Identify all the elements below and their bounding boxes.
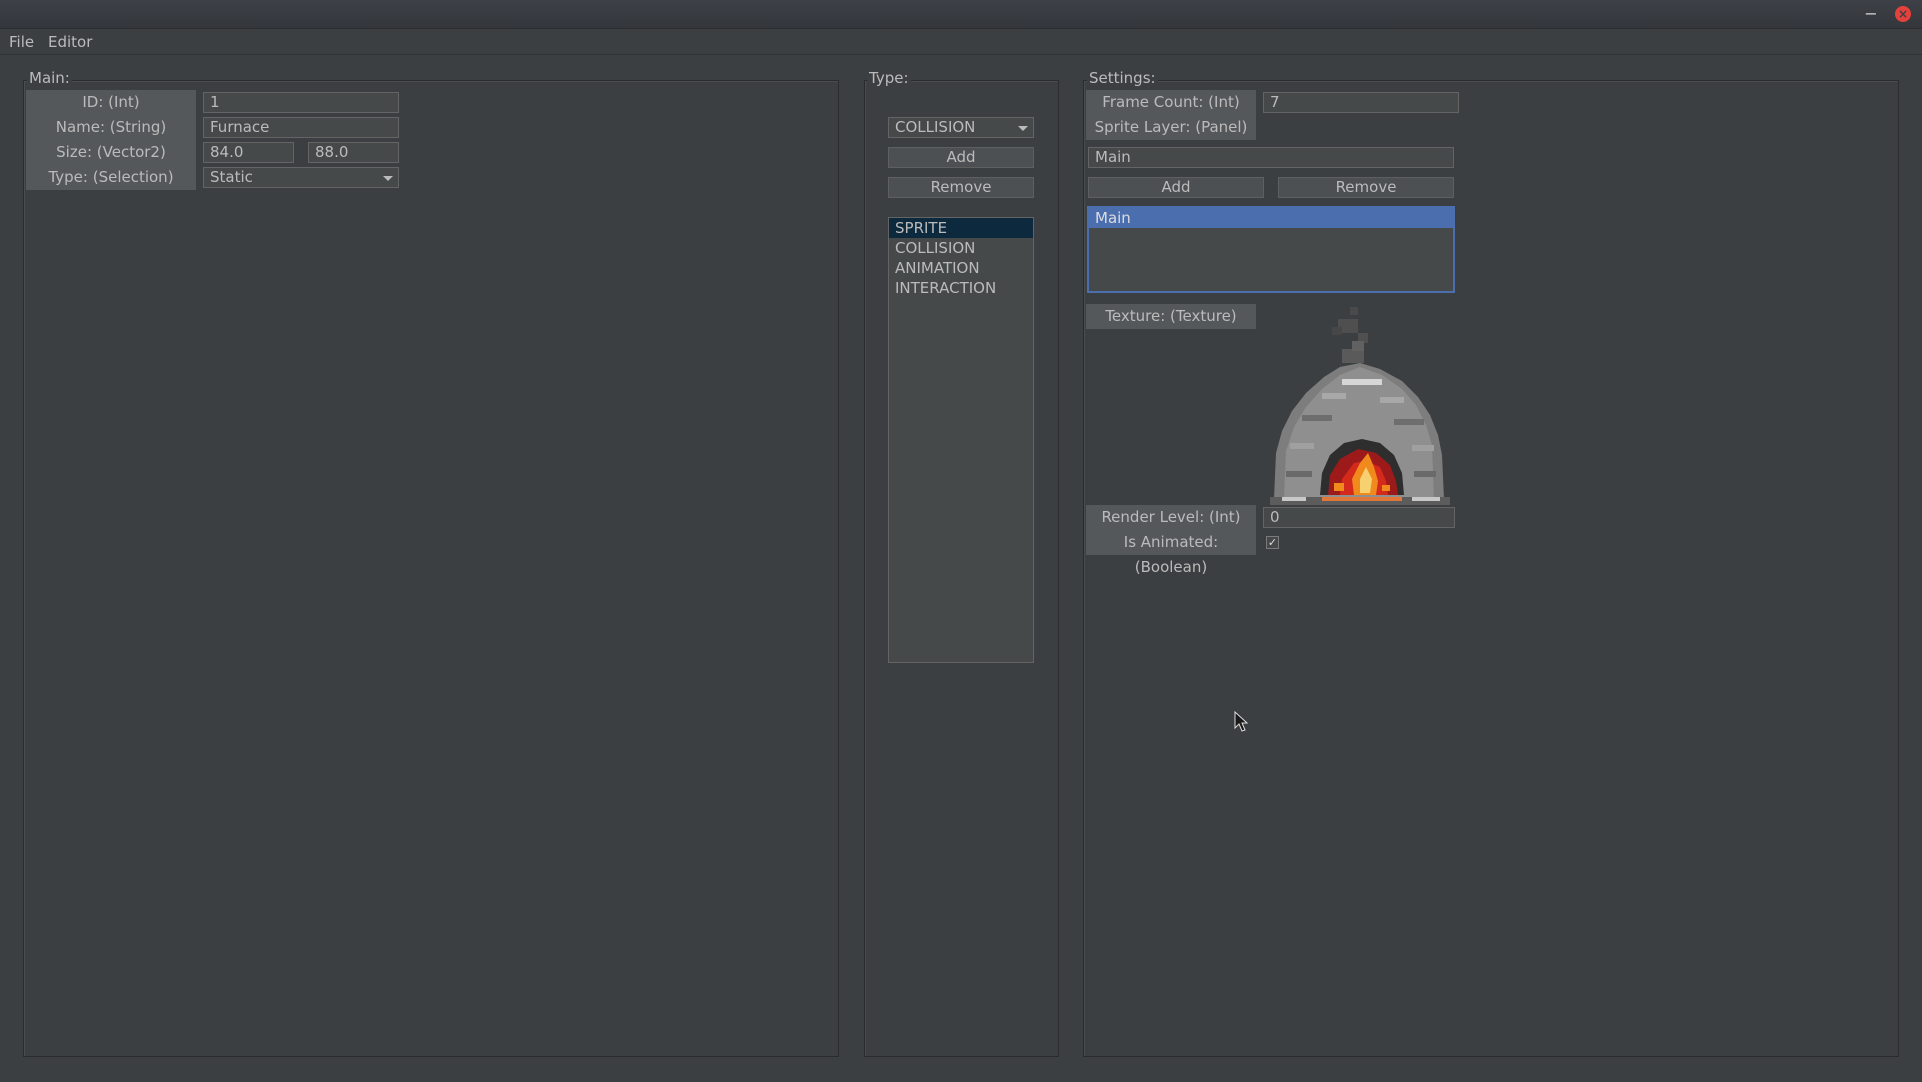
menu-bar: File Editor [0, 29, 1922, 55]
chevron-down-icon [1018, 126, 1028, 131]
id-label: ID: (Int) [26, 90, 196, 115]
furnace-sprite-image[interactable] [1262, 303, 1458, 505]
render-level-label: Render Level: (Int) [1086, 505, 1256, 530]
component-type-value: COLLISION [895, 118, 976, 136]
frame-count-label: Frame Count: (Int) [1086, 90, 1256, 115]
texture-label: Texture: (Texture) [1086, 304, 1256, 329]
id-field[interactable]: 1 [203, 92, 399, 113]
menu-editor[interactable]: Editor [48, 33, 92, 51]
sprite-layer-label: Sprite Layer: (Panel) [1086, 115, 1256, 140]
size-x-field[interactable]: 84.0 [203, 142, 294, 163]
remove-layer-button[interactable]: Remove [1278, 177, 1454, 198]
is-animated-label: Is Animated: (Boolean) [1086, 530, 1256, 576]
type-selection-dropdown[interactable]: Static [203, 167, 399, 188]
name-field[interactable]: Furnace [203, 117, 399, 138]
layer-name-field[interactable]: Main [1088, 147, 1454, 168]
component-list-item[interactable]: ANIMATION [889, 258, 1033, 278]
component-type-dropdown[interactable]: COLLISION [888, 117, 1034, 138]
component-list-item[interactable]: SPRITE [889, 218, 1033, 238]
render-level-field[interactable]: 0 [1263, 507, 1455, 528]
remove-component-button[interactable]: Remove [888, 177, 1034, 198]
component-list-item[interactable]: INTERACTION [889, 278, 1033, 298]
title-bar: − × [0, 0, 1922, 29]
mouse-cursor-icon [1234, 711, 1249, 732]
settings-panel-title: Settings: [1087, 69, 1158, 87]
close-button[interactable]: × [1895, 6, 1911, 22]
is-animated-checkbox[interactable]: ✓ [1266, 536, 1279, 549]
component-list[interactable]: SPRITE COLLISION ANIMATION INTERACTION [888, 217, 1034, 663]
layer-list[interactable]: Main [1087, 206, 1455, 293]
size-label: Size: (Vector2) [26, 140, 196, 165]
frame-count-field[interactable]: 7 [1263, 92, 1459, 113]
type-panel-title: Type: [867, 69, 911, 87]
chevron-down-icon [383, 176, 393, 181]
menu-file[interactable]: File [9, 33, 34, 51]
minimize-button[interactable]: − [1861, 4, 1881, 24]
type-selection-label: Type: (Selection) [26, 165, 196, 190]
type-selection-value: Static [210, 168, 253, 186]
component-list-item[interactable]: COLLISION [889, 238, 1033, 258]
main-panel-title: Main: [27, 69, 72, 87]
layer-list-item[interactable]: Main [1089, 208, 1453, 228]
name-label: Name: (String) [26, 115, 196, 140]
main-panel [23, 80, 839, 1057]
add-layer-button[interactable]: Add [1088, 177, 1264, 198]
add-component-button[interactable]: Add [888, 147, 1034, 168]
size-y-field[interactable]: 88.0 [308, 142, 399, 163]
